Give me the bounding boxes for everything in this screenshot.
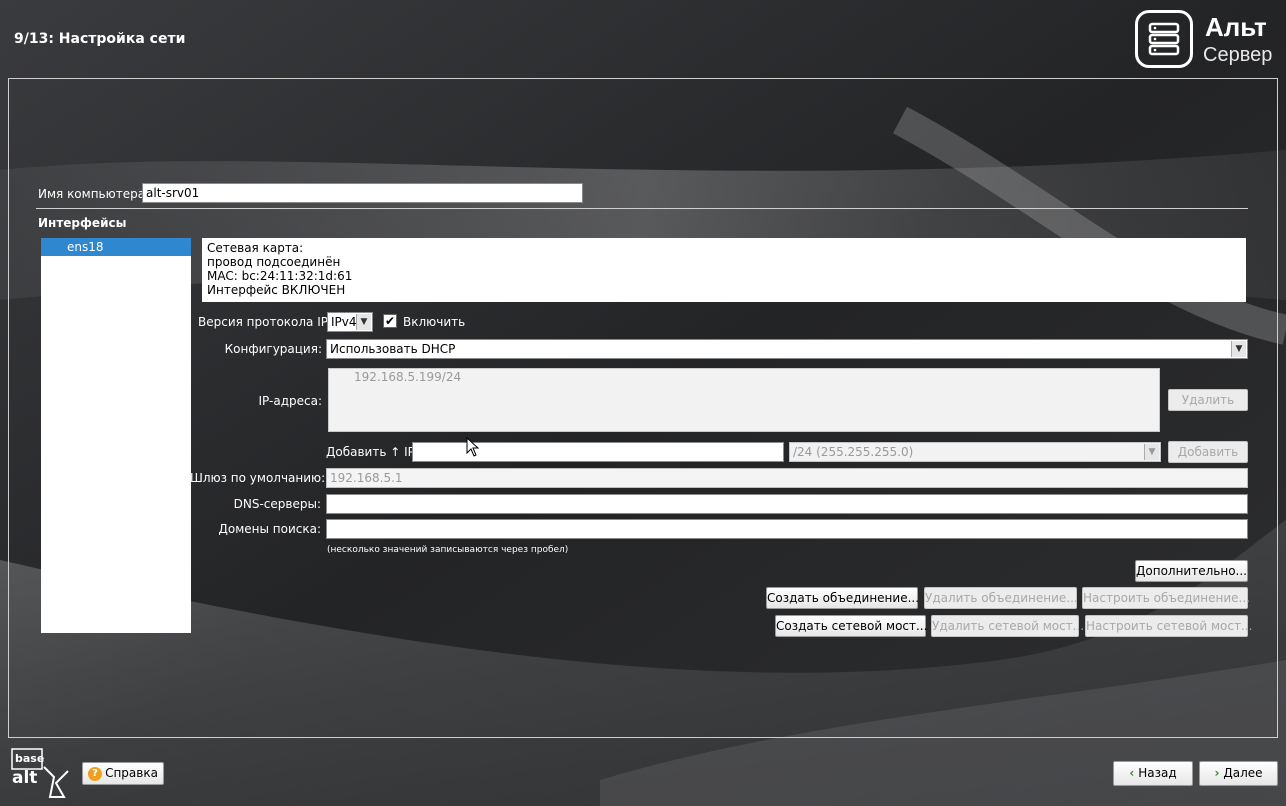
add-ip-label: Добавить ↑ IP: bbox=[326, 445, 419, 459]
interface-info: Сетевая карта: провод подсоединён MAC: b… bbox=[202, 238, 1246, 302]
dns-input[interactable] bbox=[326, 494, 1248, 514]
interface-list[interactable]: ens18 bbox=[41, 238, 191, 633]
chevron-down-icon: ▼ bbox=[356, 314, 371, 330]
hostname-input[interactable]: alt-srv01 bbox=[142, 183, 583, 203]
netmask-value: /24 (255.255.255.0) bbox=[793, 445, 914, 459]
netmask-select[interactable]: /24 (255.255.255.0) ▼ bbox=[789, 442, 1161, 462]
ip-version-label: Версия протокола IP: bbox=[198, 315, 333, 329]
delete-bridge-button[interactable]: Удалить сетевой мост... bbox=[931, 615, 1084, 637]
chevron-down-icon: ▼ bbox=[1144, 444, 1159, 460]
enable-checkbox[interactable]: ✔ bbox=[383, 314, 397, 328]
ip-version-value: IPv4 bbox=[331, 315, 357, 329]
configure-bridge-button[interactable]: Настроить сетевой мост... bbox=[1085, 615, 1252, 637]
arrow-right-icon: › bbox=[1214, 766, 1220, 780]
mouse-cursor-icon bbox=[466, 437, 480, 457]
next-label: Далее bbox=[1223, 766, 1263, 780]
search-domains-input[interactable] bbox=[326, 519, 1248, 539]
enable-label: Включить bbox=[403, 315, 466, 329]
back-label: Назад bbox=[1138, 766, 1177, 780]
ip-addresses-label: IP-адреса: bbox=[258, 394, 323, 408]
delete-ip-button[interactable]: Удалить bbox=[1168, 389, 1248, 411]
info-line: провод подсоединён bbox=[207, 255, 341, 269]
delete-bond-button[interactable]: Удалить объединение... bbox=[924, 587, 1078, 609]
brand-top: base bbox=[15, 752, 44, 765]
help-label: Справка bbox=[105, 766, 158, 780]
configuration-label: Конфигурация: bbox=[224, 342, 322, 356]
arrow-left-icon: ‹ bbox=[1129, 766, 1135, 780]
info-line: MAC: bc:24:11:32:1d:61 bbox=[207, 269, 353, 283]
brand-bottom: alt bbox=[12, 768, 37, 788]
gateway-input[interactable]: 192.168.5.1 bbox=[326, 468, 1248, 488]
create-bond-button[interactable]: Создать объединение... bbox=[766, 587, 919, 609]
dns-label: DNS-серверы: bbox=[233, 497, 321, 511]
divider bbox=[36, 208, 1248, 209]
ip-version-select[interactable]: IPv4 ▼ bbox=[327, 312, 373, 332]
next-button[interactable]: › Далее bbox=[1199, 761, 1278, 786]
configure-bond-button[interactable]: Настроить объединение... bbox=[1082, 587, 1250, 609]
logo-subtitle: Сервер bbox=[1203, 44, 1273, 66]
gateway-label: Шлюз по умолчанию: bbox=[190, 471, 326, 485]
base-alt-logo: base alt bbox=[10, 747, 72, 801]
configuration-select[interactable]: Использовать DHCP ▼ bbox=[326, 339, 1248, 359]
ip-address-item[interactable]: 192.168.5.199/24 bbox=[354, 370, 461, 384]
back-button[interactable]: ‹ Назад bbox=[1113, 761, 1193, 786]
step-title: 9/13: Настройка сети bbox=[14, 31, 186, 47]
hint-text: (несколько значений записываются через п… bbox=[327, 545, 569, 555]
configuration-value: Использовать DHCP bbox=[330, 342, 456, 356]
info-line: Интерфейс ВКЛЮЧЕН bbox=[207, 283, 346, 297]
create-bridge-button[interactable]: Создать сетевой мост... bbox=[775, 615, 927, 637]
server-logo-icon bbox=[1135, 10, 1193, 68]
advanced-button[interactable]: Дополнительно... bbox=[1135, 560, 1248, 582]
logo-name: Альт bbox=[1205, 12, 1267, 42]
interfaces-heading: Интерфейсы bbox=[38, 216, 127, 230]
info-line: Сетевая карта: bbox=[207, 241, 304, 255]
help-icon: ? bbox=[88, 766, 103, 781]
interface-item-ens18[interactable]: ens18 bbox=[41, 238, 191, 256]
search-domains-label: Домены поиска: bbox=[218, 522, 321, 536]
add-ip-button[interactable]: Добавить bbox=[1168, 441, 1248, 463]
hostname-label: Имя компьютера: bbox=[38, 187, 150, 201]
chevron-down-icon: ▼ bbox=[1231, 341, 1246, 357]
help-button[interactable]: ? Справка bbox=[82, 762, 164, 785]
